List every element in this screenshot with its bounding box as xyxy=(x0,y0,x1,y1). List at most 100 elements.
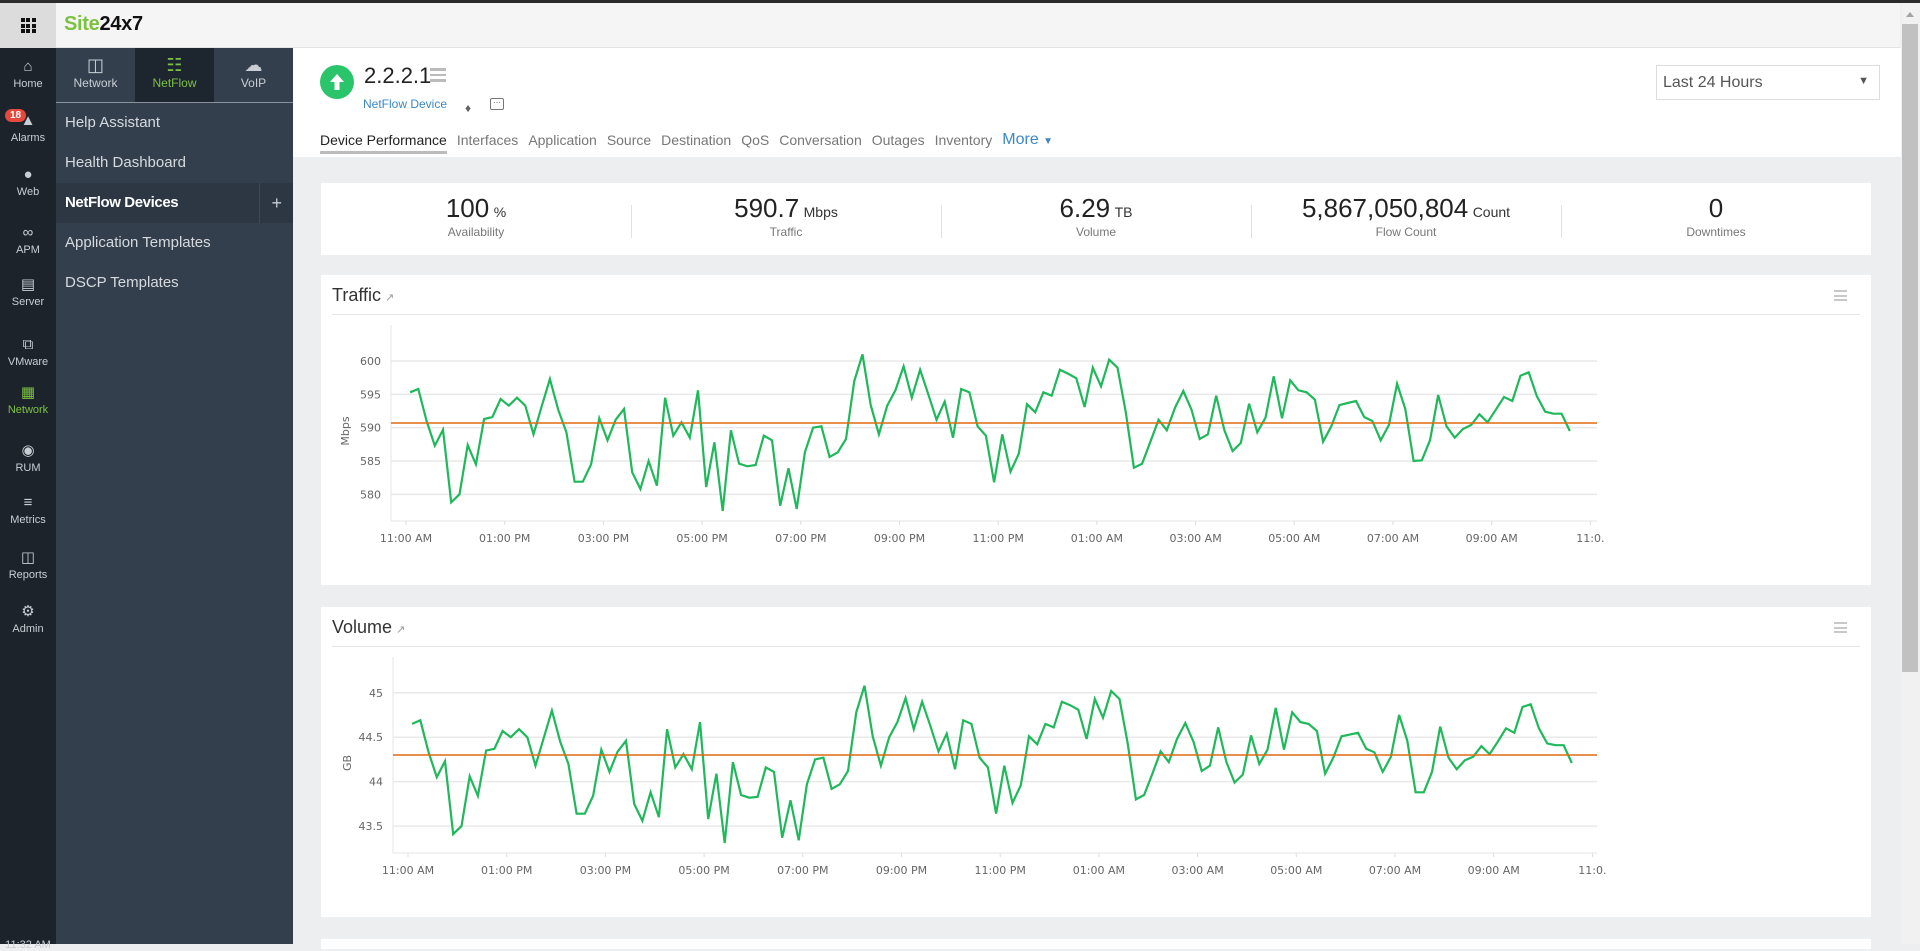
tab-destination[interactable]: Destination xyxy=(661,132,731,154)
y-tick-label: 44 xyxy=(369,776,383,789)
sidebar-item-rum[interactable]: ◉ RUM xyxy=(0,442,56,474)
x-tick-label: 03:00 PM xyxy=(578,532,629,545)
y-tick-label: 45 xyxy=(369,687,383,700)
x-tick-label: 07:00 PM xyxy=(775,532,826,545)
add-netflow-device-button[interactable]: + xyxy=(259,183,293,223)
tab-inventory[interactable]: Inventory xyxy=(935,132,993,154)
nav-help-assistant[interactable]: Help Assistant xyxy=(56,103,293,143)
x-tick-label: 05:00 PM xyxy=(676,532,727,545)
sidebar-item-alarms[interactable]: 18 ▲ Alarms xyxy=(0,109,56,144)
x-tick-label: 09:00 AM xyxy=(1468,864,1520,877)
y-tick-label: 44.5 xyxy=(359,731,384,744)
time-range-select[interactable]: Last 24 Hours ▼ xyxy=(1656,65,1880,100)
x-tick-label: 09:00 PM xyxy=(874,532,925,545)
top-bar: Site24x7 xyxy=(0,3,1900,48)
chart-menu-icon[interactable] xyxy=(1834,622,1847,636)
rum-icon: ◉ xyxy=(21,442,35,459)
tab-netflow[interactable]: ☷ NetFlow xyxy=(135,48,214,102)
x-tick-label: 01:00 AM xyxy=(1071,532,1123,545)
sidebar-item-vmware[interactable]: ⧉ VMware xyxy=(0,336,56,368)
sidebar-item-network[interactable]: ▦ Network xyxy=(0,384,56,416)
series-line-volume xyxy=(411,685,1573,844)
x-tick-label: 05:00 PM xyxy=(678,864,729,877)
x-tick-label: 05:00 AM xyxy=(1268,532,1320,545)
sidebar-item-apm[interactable]: ∞ APM xyxy=(0,224,56,256)
tag-icon[interactable]: ♦ xyxy=(465,101,471,115)
site24x7-logo[interactable]: Site24x7 xyxy=(64,13,143,36)
comment-icon[interactable]: ⋯ xyxy=(490,98,504,110)
open-external-icon[interactable]: ↗ xyxy=(396,624,405,636)
voip-icon: ☁ xyxy=(244,55,263,75)
volume-chart: 43.5 44 44.5 45 GB 11:00 AM 01:00 PM 03:00 PM 05… xyxy=(341,657,1607,877)
sidebar-item-reports[interactable]: ◫ Reports xyxy=(0,549,56,581)
chart-menu-icon[interactable] xyxy=(1834,290,1847,304)
device-type-link[interactable]: NetFlow Device xyxy=(363,97,447,111)
netflow-sidebar: ◫ Network ☷ NetFlow ☁ VoIP Help Assistant H… xyxy=(56,48,293,944)
sidebar-item-metrics[interactable]: ≡ Metrics xyxy=(0,494,56,526)
tab-application[interactable]: Application xyxy=(528,132,597,154)
chart-title: Traffic ↗ xyxy=(332,285,395,305)
gear-icon: ⚙ xyxy=(21,603,35,620)
tab-conversation[interactable]: Conversation xyxy=(779,132,862,154)
device-menu-icon[interactable] xyxy=(430,68,446,85)
x-tick-label: 03:00 AM xyxy=(1171,864,1223,877)
sidebar-item-admin[interactable]: ⚙ Admin xyxy=(0,603,56,635)
x-tick-label: 11:00 PM xyxy=(973,532,1024,545)
scroll-up-arrow-icon[interactable] xyxy=(1906,12,1914,17)
tab-network[interactable]: ◫ Network xyxy=(56,48,135,102)
metric-volume: 6.29 TB Volume xyxy=(941,183,1251,255)
main-content: 2.2.2.1 NetFlow Device ♦ ⋯ Device Perfor… xyxy=(293,48,1901,949)
x-tick-label: 01:00 AM xyxy=(1073,864,1125,877)
metric-traffic: 590.7 Mbps Traffic xyxy=(631,183,941,255)
caret-down-icon: ▼ xyxy=(1858,75,1869,87)
more-tabs-dropdown[interactable]: More ▼ xyxy=(1002,131,1053,154)
metric-availability: 100 % Availability xyxy=(445,193,507,239)
x-tick-label: 11:00 AM xyxy=(380,532,432,545)
layers-icon: ≡ xyxy=(23,494,33,511)
y-tick-label: 580 xyxy=(360,488,381,501)
tab-voip[interactable]: ☁ VoIP xyxy=(214,48,293,102)
tab-source[interactable]: Source xyxy=(607,132,651,154)
nav-dscp-templates[interactable]: DSCP Templates xyxy=(56,263,293,303)
network-devices-icon: ◫ xyxy=(86,55,104,75)
sidebar-item-server[interactable]: ▤ Server xyxy=(0,276,56,308)
caret-down-icon: ▼ xyxy=(1043,136,1054,147)
traffic-chart: 580 585 590 595 600 Mbps 11:00 AM 01:00 PM 03:00… xyxy=(339,325,1605,545)
app-launcher-button[interactable] xyxy=(0,3,56,48)
tab-device-performance[interactable]: Device Performance xyxy=(320,132,447,154)
y-tick-label: 595 xyxy=(360,388,381,401)
tab-interfaces[interactable]: Interfaces xyxy=(457,132,518,154)
x-tick-label: 11:0. xyxy=(1576,532,1604,545)
x-tick-label: 11:00 PM xyxy=(975,864,1026,877)
globe-icon: ● xyxy=(23,166,33,183)
device-header: 2.2.2.1 NetFlow Device ♦ ⋯ Device Perfor… xyxy=(293,48,1901,157)
tab-qos[interactable]: QoS xyxy=(741,132,769,154)
x-tick-label: 07:00 AM xyxy=(1367,532,1419,545)
sidebar-item-web[interactable]: ● Web xyxy=(0,166,56,198)
home-icon: ⌂ xyxy=(23,58,33,75)
nav-health-dashboard[interactable]: Health Dashboard xyxy=(56,143,293,183)
x-tick-label: 05:00 AM xyxy=(1270,864,1322,877)
binoculars-icon: ∞ xyxy=(22,224,34,241)
y-axis-label: Mbps xyxy=(339,416,352,445)
x-tick-label: 11:0. xyxy=(1578,864,1606,877)
x-tick-label: 03:00 PM xyxy=(580,864,631,877)
grid-icon xyxy=(20,18,36,33)
scrollbar-thumb[interactable] xyxy=(1902,24,1918,672)
nav-netflow-devices[interactable]: NetFlow Devices + xyxy=(56,183,293,223)
vmware-icon: ⧉ xyxy=(22,336,34,353)
next-chart-panel xyxy=(321,939,1871,949)
page-scrollbar[interactable] xyxy=(1901,3,1920,944)
x-tick-label: 09:00 PM xyxy=(876,864,927,877)
sidebar-item-home[interactable]: ⌂ Home xyxy=(0,58,56,90)
status-up-icon xyxy=(320,65,354,99)
device-name: 2.2.2.1 xyxy=(364,63,432,88)
alarm-count-badge: 18 xyxy=(5,109,27,122)
nav-application-templates[interactable]: Application Templates xyxy=(56,223,293,263)
netflow-icon: ☷ xyxy=(166,55,183,75)
y-tick-label: 590 xyxy=(360,422,381,435)
open-external-icon[interactable]: ↗ xyxy=(385,292,394,304)
tab-outages[interactable]: Outages xyxy=(872,132,925,154)
icon-sidebar: ⌂ Home 18 ▲ Alarms ● Web ∞ APM ▤ Server ⧉ VMwar… xyxy=(0,48,56,951)
x-tick-label: 03:00 AM xyxy=(1169,532,1221,545)
